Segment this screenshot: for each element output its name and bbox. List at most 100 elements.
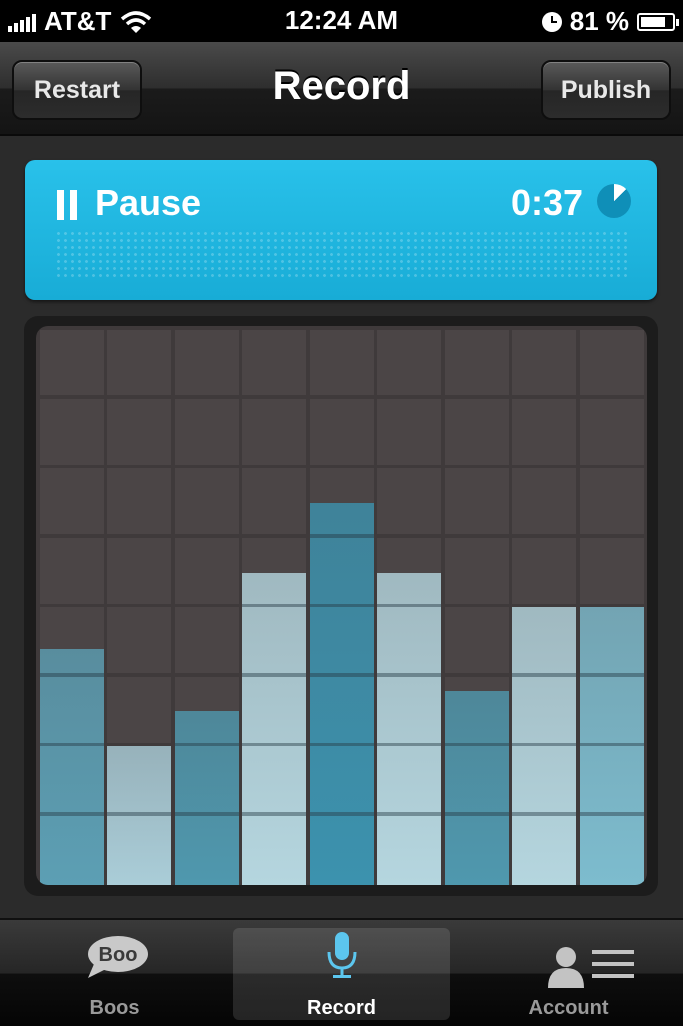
level-bar-separator	[377, 742, 441, 747]
grid-cell	[444, 398, 509, 465]
grid-cell	[579, 468, 644, 535]
level-bar	[512, 607, 576, 885]
level-bar-separator	[39, 673, 104, 677]
grid-cell	[309, 398, 374, 465]
level-bar	[107, 746, 171, 885]
level-bar-separator	[242, 742, 306, 747]
publish-button[interactable]: Publish	[541, 60, 671, 120]
grid-cell	[377, 398, 441, 465]
boo-icon-text: Boo	[99, 944, 138, 966]
level-bar-separator	[309, 603, 374, 608]
clock-icon	[541, 11, 562, 32]
account-icon	[548, 947, 634, 988]
grid-cell	[39, 329, 104, 396]
progress-pie-icon	[597, 184, 631, 218]
dotted-pattern	[55, 230, 627, 278]
equalizer-column	[242, 326, 306, 885]
boo-speech-bubble-icon: Boo	[88, 936, 148, 978]
level-bar-separator	[512, 812, 576, 816]
level-bar-separator	[377, 603, 441, 608]
grid-cell	[444, 329, 509, 396]
equalizer-column	[377, 326, 441, 885]
battery-fill	[641, 16, 665, 27]
grid-cell	[512, 468, 576, 535]
grid-cell	[579, 398, 644, 465]
pause-icon	[57, 190, 79, 220]
equalizer-column	[39, 326, 104, 885]
grid-cell	[107, 398, 171, 465]
level-bar	[377, 572, 441, 885]
equalizer-column	[174, 326, 239, 885]
level-bar	[309, 503, 374, 885]
level-bar	[579, 607, 644, 885]
level-bar	[242, 572, 306, 885]
level-bar-separator	[579, 742, 644, 747]
level-bar-separator	[377, 812, 441, 816]
grid-cell	[107, 468, 171, 535]
tab-boos[interactable]: Boo Boos	[6, 928, 223, 1020]
level-bar-separator	[39, 812, 104, 816]
equalizer-column	[579, 326, 644, 885]
level-bar	[174, 711, 239, 885]
tab-label-account: Account	[528, 997, 609, 1019]
level-bar-separator	[309, 812, 374, 816]
battery-percent: 81 %	[569, 6, 629, 36]
grid-cell	[174, 537, 239, 604]
tab-bar: Boo Boos Record Account	[0, 918, 683, 1026]
equalizer-column	[107, 326, 171, 885]
level-bar-separator	[579, 812, 644, 816]
grid-cell	[242, 398, 306, 465]
level-bar-separator	[444, 742, 509, 747]
status-bar: AT&T 12:24 AM 81 %	[0, 0, 683, 42]
microphone-icon	[327, 932, 357, 978]
pause-button[interactable]: Pause 0:37	[25, 160, 657, 300]
grid-cell	[444, 607, 509, 674]
level-bar-separator	[309, 534, 374, 538]
level-bar-separator	[174, 742, 239, 747]
grid-cell	[107, 329, 171, 396]
grid-cell	[174, 329, 239, 396]
grid-cell	[512, 537, 576, 604]
grid-cell	[174, 607, 239, 674]
level-bar-separator	[242, 673, 306, 677]
equalizer-grid	[36, 326, 647, 885]
elapsed-time: 0:37	[510, 182, 583, 223]
level-bar	[39, 648, 104, 885]
tab-label-record: Record	[307, 997, 376, 1019]
level-bar-separator	[309, 673, 374, 677]
equalizer-column	[444, 326, 509, 885]
grid-cell	[174, 398, 239, 465]
level-bar-separator	[512, 673, 576, 677]
level-bar-separator	[579, 673, 644, 677]
grid-cell	[512, 398, 576, 465]
grid-cell	[39, 537, 104, 604]
grid-cell	[39, 468, 104, 535]
level-bar-separator	[39, 742, 104, 747]
grid-cell	[444, 468, 509, 535]
tab-label-boos: Boos	[89, 997, 140, 1019]
grid-cell	[39, 398, 104, 465]
equalizer-column	[309, 326, 374, 885]
grid-cell	[107, 537, 171, 604]
level-bar-separator	[107, 812, 171, 816]
tab-account[interactable]: Account	[460, 928, 677, 1020]
grid-cell	[174, 468, 239, 535]
grid-cell	[579, 537, 644, 604]
grid-cell	[309, 329, 374, 396]
level-bar-separator	[174, 812, 239, 816]
level-bar-separator	[242, 812, 306, 816]
grid-cell	[107, 676, 171, 743]
grid-cell	[107, 607, 171, 674]
pause-label: Pause	[95, 182, 202, 223]
tab-record[interactable]: Record	[233, 928, 450, 1020]
grid-cell	[242, 329, 306, 396]
navigation-bar: Restart Record Publish	[0, 42, 683, 136]
grid-cell	[242, 468, 306, 535]
level-bar-separator	[377, 673, 441, 677]
grid-cell	[512, 329, 576, 396]
grid-cell	[377, 468, 441, 535]
battery-icon	[637, 12, 679, 31]
level-bar	[444, 690, 509, 885]
grid-cell	[579, 329, 644, 396]
level-bar-separator	[512, 742, 576, 747]
